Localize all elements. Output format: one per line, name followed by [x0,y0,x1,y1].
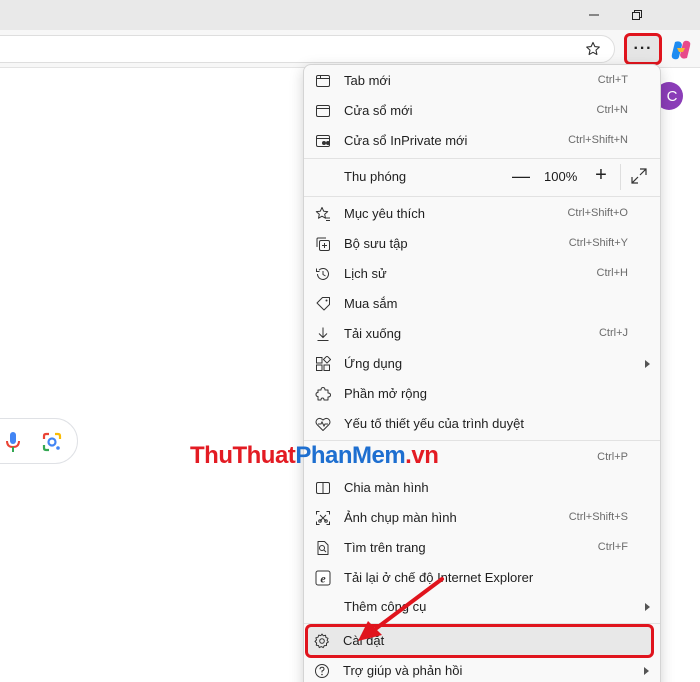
menu-item-shortcut: Ctrl+T [597,74,628,86]
new-window-icon [314,102,332,120]
menu-item-label: Yếu tố thiết yếu của trình duyệt [344,416,524,431]
menu-item-browser-essentials[interactable]: Yếu tố thiết yếu của trình duyệt [304,409,660,439]
menu-item-screenshot[interactable]: Ảnh chụp màn hình Ctrl+Shift+S [304,503,660,533]
menu-item-label: Trợ giúp và phản hồi [343,663,463,678]
menu-item-help[interactable]: Trợ giúp và phản hồi [303,656,659,682]
menu-item-shortcut: Ctrl+F [597,541,628,553]
watermark-part-2: PhanMem [295,442,406,469]
menu-item-apps[interactable]: Ứng dụng [304,349,660,379]
menu-item-split-screen[interactable]: Chia màn hình [304,473,660,503]
menu-item-collections[interactable]: Bộ sưu tập Ctrl+Shift+Y [304,229,660,259]
menu-item-shortcut: Ctrl+Shift+Y [568,237,628,249]
title-bar [0,0,700,30]
zoom-in-button[interactable]: + [593,164,609,186]
microphone-icon[interactable] [4,431,22,453]
menu-item-label: Tab mới [344,73,391,88]
menu-item-label: Mua sắm [344,296,398,311]
menu-item-label: Tìm trên trang [344,540,426,555]
browser-essentials-icon [314,415,332,433]
settings-and-more-button[interactable]: ··· [624,33,662,65]
menu-item-new-window[interactable]: Cửa sổ mới Ctrl+N [304,96,660,126]
new-tab-icon [314,72,332,90]
find-icon [314,539,332,557]
collections-icon [314,235,332,253]
menu-item-shortcut: Ctrl+Shift+O [567,207,628,219]
menu-separator [304,440,660,441]
menu-item-downloads[interactable]: Tải xuống Ctrl+J [304,319,660,349]
menu-item-label: Cửa sổ mới [344,103,413,118]
copilot-icon[interactable] [669,38,693,62]
shopping-icon [314,295,332,313]
favorites-icon [314,205,332,223]
annotation-arrow-icon [358,577,444,641]
submenu-arrow-icon [644,667,649,675]
restore-button[interactable] [622,4,652,26]
zoom-level: 100% [544,169,578,184]
zoom-divider [620,164,621,190]
menu-item-label: Ứng dụng [344,356,403,371]
menu-item-favorites[interactable]: Mục yêu thích Ctrl+Shift+O [304,199,660,229]
settings-icon [313,632,331,650]
zoom-label: Thu phóng [344,169,407,184]
watermark-part-3: .vn [405,442,439,469]
menu-separator [304,196,660,197]
watermark-logo: ThuThuatPhanMem.vn [190,442,439,470]
menu-item-shortcut: Ctrl+Shift+S [568,511,628,523]
history-icon [314,265,332,283]
menu-item-shortcut: Ctrl+J [598,327,628,339]
menu-item-shortcut: Ctrl+N [596,104,628,116]
menu-item-find-on-page[interactable]: Tìm trên trang Ctrl+F [304,533,660,563]
menu-item-label: Cửa sổ InPrivate mới [344,133,468,148]
menu-item-label: Tải xuống [344,326,402,341]
apps-icon [314,355,332,373]
menu-item-label: Bộ sưu tập [344,236,408,251]
submenu-arrow-icon [645,603,650,611]
menu-item-shortcut: Ctrl+Shift+N [568,134,628,146]
restore-icon [632,10,642,20]
menu-item-new-tab[interactable]: Tab mới Ctrl+T [304,66,660,96]
fullscreen-icon[interactable] [630,167,648,185]
menu-item-label: Phần mở rộng [344,386,427,401]
menu-item-history[interactable]: Lịch sử Ctrl+H [304,259,660,289]
watermark-part-1: ThuThuat [190,442,296,469]
menu-item-shopping[interactable]: Mua sắm [304,289,660,319]
download-icon [314,325,332,343]
menu-item-label: Lịch sử [344,266,387,281]
menu-item-label: Mục yêu thích [344,206,425,221]
minimize-button[interactable] [579,4,609,26]
google-lens-icon[interactable] [41,431,63,453]
menu-item-inprivate[interactable]: Cửa sổ InPrivate mới Ctrl+Shift+N [304,126,660,156]
menu-item-label: Chia màn hình [344,480,429,495]
menu-item-shortcut: Ctrl+H [596,267,628,279]
submenu-arrow-icon [645,360,650,368]
minimize-icon [589,14,599,16]
menu-item-shortcut: Ctrl+P [597,451,628,463]
screenshot-icon [314,509,332,527]
extensions-icon [314,385,332,403]
ie-mode-icon: e [314,569,332,587]
menu-item-extensions[interactable]: Phần mở rộng [304,379,660,409]
zoom-out-button[interactable]: — [512,166,530,186]
menu-item-label: Ảnh chụp màn hình [344,510,457,525]
svg-text:e: e [320,572,326,586]
favorite-star-icon[interactable] [582,38,604,60]
split-screen-icon [314,479,332,497]
menu-item-zoom: Thu phóng — 100% + [304,162,660,192]
help-icon [313,662,331,680]
address-bar[interactable] [0,35,615,63]
menu-separator [304,158,660,159]
inprivate-icon [314,132,332,150]
